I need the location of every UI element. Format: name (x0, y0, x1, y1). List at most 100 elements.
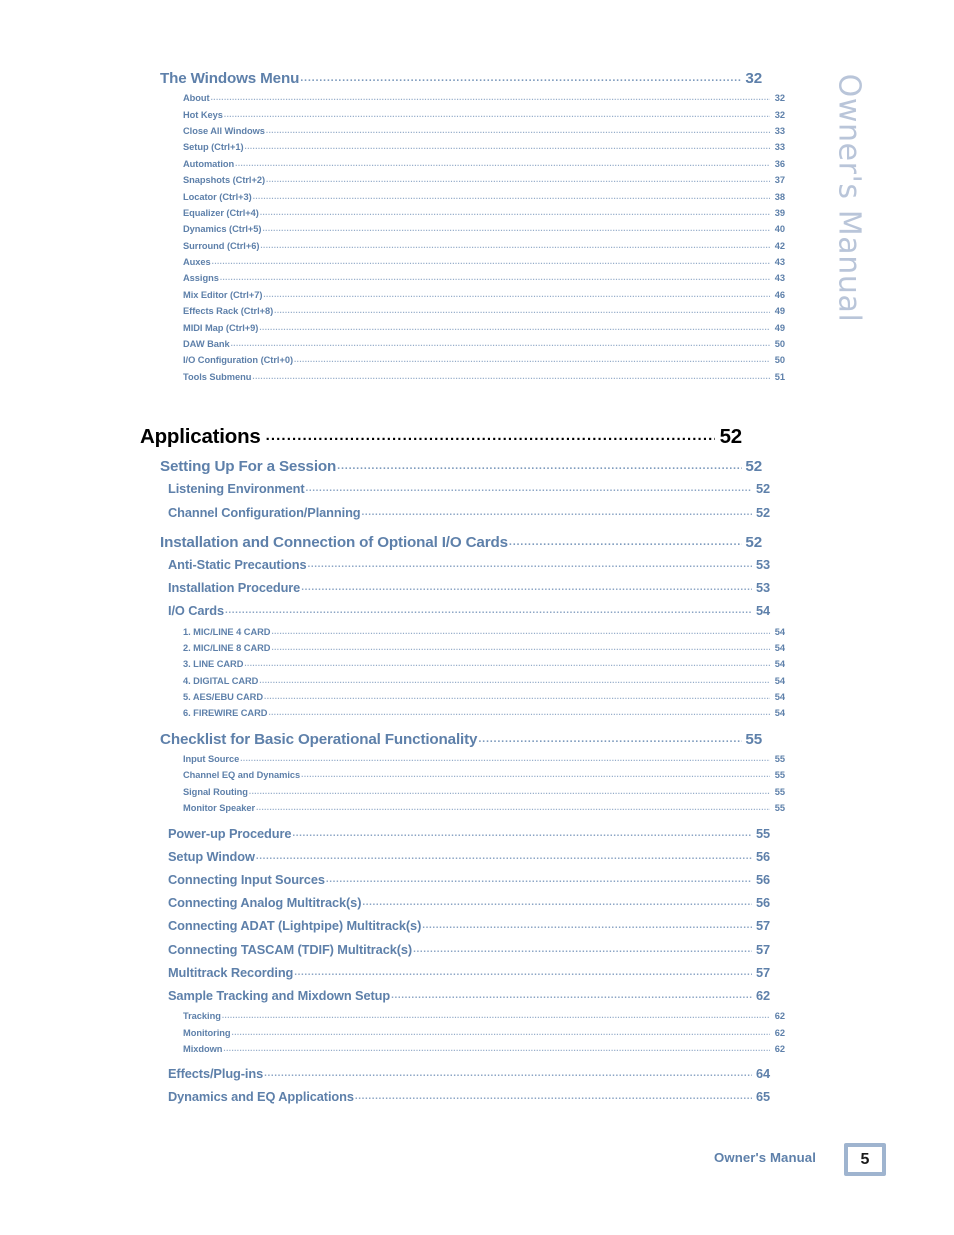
toc-entry[interactable]: Installation Procedure 53 (168, 580, 770, 603)
toc-spacer (140, 388, 742, 425)
toc-entry-page-number: 55 (755, 825, 770, 841)
toc-entry-page-number: 51 (774, 371, 785, 382)
toc-entry[interactable]: Close All Windows 33 (183, 126, 785, 142)
toc-entry-title: Input Source (183, 754, 240, 765)
toc-entry[interactable]: Checklist for Basic Operational Function… (160, 731, 762, 754)
dot-leader (326, 874, 752, 885)
toc-entry-title: Sample Tracking and Mixdown Setup (168, 987, 391, 1003)
toc-entry[interactable]: Snapshots (Ctrl+2) 37 (183, 175, 785, 191)
toc-entry-title: Monitor Speaker (183, 803, 256, 814)
dot-leader (259, 676, 770, 685)
toc-entry[interactable]: Connecting TASCAM (TDIF) Multitrack(s) 57 (168, 942, 770, 965)
toc-entry-title: Connecting ADAT (Lightpipe) Multitrack(s… (168, 918, 422, 934)
dot-leader (301, 582, 752, 593)
toc-entry-page-number: 54 (755, 603, 770, 619)
toc-entry[interactable]: Monitor Speaker 55 (183, 803, 785, 819)
toc-entry-title: Tracking (183, 1011, 221, 1022)
toc-entry[interactable]: Power-up Procedure 55 (168, 826, 770, 849)
dot-leader (300, 72, 742, 84)
toc-entry-page-number: 38 (774, 191, 785, 202)
toc-entry[interactable]: 3. LINE CARD 54 (183, 659, 785, 675)
toc-entry[interactable]: Applications 52 (140, 425, 742, 452)
toc-entry[interactable]: Signal Routing 55 (183, 787, 785, 803)
dot-leader (266, 175, 770, 184)
toc-entry[interactable]: I/O Cards 54 (168, 603, 770, 626)
toc-entry-title: 2. MIC/LINE 8 CARD (183, 642, 271, 653)
toc-entry[interactable]: I/O Configuration (Ctrl+0) 50 (183, 355, 785, 371)
toc-entry[interactable]: Effects Rack (Ctrl+8) 49 (183, 306, 785, 322)
toc-entry-page-number: 55 (745, 730, 762, 748)
toc-entry[interactable]: DAW Bank 50 (183, 339, 785, 355)
footer-label: Owner's Manual (714, 1150, 816, 1165)
toc-entry[interactable]: Automation 36 (183, 159, 785, 175)
toc-entry[interactable]: Assigns 43 (183, 273, 785, 289)
toc-entry[interactable]: 5. AES/EBU CARD 54 (183, 692, 785, 708)
toc-entry[interactable]: Channel EQ and Dynamics 55 (183, 770, 785, 786)
toc-entry[interactable]: Dynamics and EQ Applications 65 (168, 1089, 770, 1112)
dot-leader (253, 192, 770, 201)
toc-entry[interactable]: Monitoring 62 (183, 1028, 785, 1044)
toc-entry[interactable]: Dynamics (Ctrl+5) 40 (183, 224, 785, 240)
toc-entry[interactable]: About 32 (183, 93, 785, 109)
toc-entry[interactable]: Tools Submenu 51 (183, 372, 785, 388)
dot-leader (245, 142, 770, 151)
dot-leader (264, 1068, 752, 1079)
toc-entry-page-number: 54 (774, 692, 785, 703)
toc-entry[interactable]: 4. DIGITAL CARD 54 (183, 676, 785, 692)
toc-entry[interactable]: Anti-Static Precautions 53 (168, 557, 770, 580)
toc-entry[interactable]: Setting Up For a Session 52 (160, 458, 762, 481)
toc-entry[interactable]: Multitrack Recording 57 (168, 965, 770, 988)
toc-entry[interactable]: MIDI Map (Ctrl+9) 49 (183, 323, 785, 339)
toc-entry-title: Installation Procedure (168, 580, 301, 596)
toc-entry[interactable]: Channel Configuration/Planning 52 (168, 505, 770, 528)
toc-entry[interactable]: 1. MIC/LINE 4 CARD 54 (183, 627, 785, 643)
toc-entry[interactable]: Setup Window 56 (168, 849, 770, 872)
toc-entry[interactable]: Connecting Input Sources 56 (168, 872, 770, 895)
toc-entry-title: Snapshots (Ctrl+2) (183, 175, 266, 186)
toc-entry-page-number: 36 (774, 158, 785, 169)
toc-entry[interactable]: Connecting Analog Multitrack(s) 56 (168, 895, 770, 918)
toc-entry-page-number: 54 (774, 626, 785, 637)
toc-entry[interactable]: Installation and Connection of Optional … (160, 534, 762, 557)
toc-entry[interactable]: Surround (Ctrl+6) 42 (183, 241, 785, 257)
toc-entry[interactable]: Effects/Plug-ins 64 (168, 1066, 770, 1089)
toc-entry-page-number: 54 (774, 708, 785, 719)
toc-entry[interactable]: 2. MIC/LINE 8 CARD 54 (183, 643, 785, 659)
toc-entry-page-number: 46 (774, 289, 785, 300)
toc-entry[interactable]: Mix Editor (Ctrl+7) 46 (183, 290, 785, 306)
toc-entry-title: Setup (Ctrl+1) (183, 142, 244, 153)
toc-entry-title: Power-up Procedure (168, 825, 292, 841)
toc-entry-title: Checklist for Basic Operational Function… (160, 730, 478, 748)
toc-entry[interactable]: Setup (Ctrl+1) 33 (183, 142, 785, 158)
toc-entry[interactable]: Auxes 43 (183, 257, 785, 273)
dot-leader (260, 241, 770, 250)
table-of-contents: The Windows Menu 32 About 32 Hot Keys 32 Close… (140, 70, 785, 1113)
toc-entry[interactable]: Listening Environment 52 (168, 481, 770, 504)
dot-leader (264, 692, 770, 701)
toc-entry[interactable]: Input Source 55 (183, 754, 785, 770)
toc-entry[interactable]: Sample Tracking and Mixdown Setup 62 (168, 988, 770, 1011)
toc-entry-title: Dynamics and EQ Applications (168, 1089, 354, 1105)
toc-entry-title: Listening Environment (168, 481, 305, 497)
toc-entry[interactable]: Equalizer (Ctrl+4) 39 (183, 208, 785, 224)
toc-entry-title: Signal Routing (183, 786, 248, 797)
toc-entry[interactable]: Connecting ADAT (Lightpipe) Multitrack(s… (168, 918, 770, 941)
toc-entry-title: Mix Editor (Ctrl+7) (183, 289, 263, 300)
toc-entry-page-number: 56 (755, 872, 770, 887)
toc-entry-title: Effects Rack (Ctrl+8) (183, 306, 274, 317)
toc-entry[interactable]: Tracking 62 (183, 1011, 785, 1027)
toc-entry-page-number: 62 (774, 1027, 785, 1038)
toc-entry[interactable]: Mixdown 62 (183, 1044, 785, 1060)
toc-entry[interactable]: The Windows Menu 32 (160, 70, 762, 93)
dot-leader (266, 126, 770, 135)
toc-entry[interactable]: Locator (Ctrl+3) 38 (183, 192, 785, 208)
dot-leader (271, 627, 770, 636)
toc-entry-title: Anti-Static Precautions (168, 556, 307, 572)
dot-leader (271, 643, 770, 652)
dot-leader (301, 770, 770, 779)
toc-entry-page-number: 57 (755, 964, 770, 980)
toc-entry[interactable]: Hot Keys 32 (183, 110, 785, 126)
toc-entry-page-number: 33 (774, 125, 785, 136)
toc-entry[interactable]: 6. FIREWIRE CARD 54 (183, 708, 785, 724)
dot-leader (223, 1044, 770, 1053)
